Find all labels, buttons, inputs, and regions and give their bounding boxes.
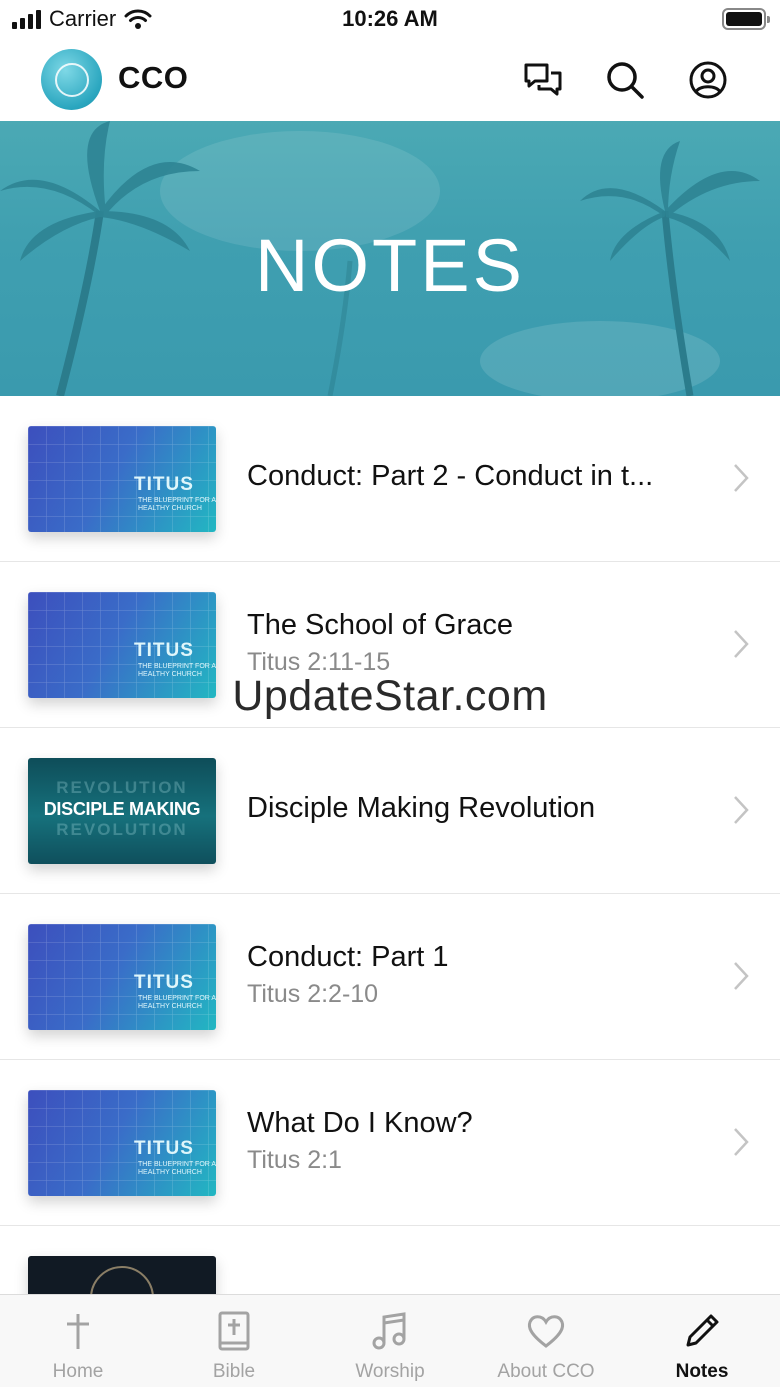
chevron-right-icon [734,796,749,824]
chat-icon[interactable] [521,58,565,102]
search-icon[interactable] [603,58,647,102]
note-item[interactable] [0,1226,780,1294]
note-thumbnail: REVOLUTION DISCIPLE MAKING REVOLUTION [28,758,216,864]
app-logo[interactable] [41,49,102,110]
thumbnail-tagline: THE BLUEPRINT FOR A HEALTHY CHURCH [138,995,216,1010]
notes-banner: NOTES [0,121,780,396]
thumbnail-title: TITUS [134,972,194,993]
note-item[interactable]: TITUS THE BLUEPRINT FOR A HEALTHY CHURCH… [0,396,780,562]
tab-worship[interactable]: Worship [312,1295,468,1387]
note-title: Conduct: Part 1 [247,941,449,973]
banner-title: NOTES [255,224,525,307]
tab-label: Notes [675,1361,729,1382]
note-item[interactable]: REVOLUTION DISCIPLE MAKING REVOLUTION Di… [0,728,780,894]
note-title: The School of Grace [247,609,513,641]
bible-icon [212,1309,256,1353]
tab-label: About CCO [497,1361,595,1382]
app-header: CCO [0,40,780,121]
thumbnail-revolution-text: REVOLUTION [56,778,188,797]
tab-about-cco[interactable]: About CCO [468,1295,624,1387]
tab-notes[interactable]: Notes [624,1295,780,1387]
note-title: What Do I Know? [247,1107,473,1139]
note-thumbnail [28,1256,216,1294]
app-title: CCO [118,60,189,95]
tab-bar: Home Bible Worship About CCO Notes [0,1294,780,1387]
note-item[interactable]: TITUS THE BLUEPRINT FOR A HEALTHY CHURCH… [0,894,780,1060]
cross-icon [56,1309,100,1353]
music-note-icon [368,1309,412,1353]
note-title: Disciple Making Revolution [247,792,596,824]
thumbnail-tagline: THE BLUEPRINT FOR A HEALTHY CHURCH [138,1161,216,1176]
pencil-icon [680,1309,724,1353]
thumbnail-title: TITUS [134,1138,194,1159]
note-title: Conduct: Part 2 - Conduct in t... [247,460,654,492]
status-bar: Carrier 10:26 AM [0,0,780,40]
note-thumbnail: TITUS THE BLUEPRINT FOR A HEALTHY CHURCH [28,924,216,1030]
thumbnail-title: TITUS [134,640,194,661]
chevron-right-icon [734,962,749,990]
tab-home[interactable]: Home [0,1295,156,1387]
tab-label: Home [52,1361,104,1382]
note-item[interactable]: TITUS THE BLUEPRINT FOR A HEALTHY CHURCH… [0,1060,780,1226]
battery-icon [722,8,770,30]
thumbnail-title: TITUS [134,474,194,495]
tab-label: Bible [212,1361,256,1382]
thumbnail-revolution-text: REVOLUTION [56,820,188,839]
note-thumbnail: TITUS THE BLUEPRINT FOR A HEALTHY CHURCH [28,1090,216,1196]
note-reference: Titus 2:2-10 [247,980,379,1008]
heart-icon [524,1309,568,1353]
chevron-right-icon [734,1128,749,1156]
thumbnail-tagline: THE BLUEPRINT FOR A HEALTHY CHURCH [138,497,216,512]
note-thumbnail: TITUS THE BLUEPRINT FOR A HEALTHY CHURCH [28,426,216,532]
tab-label: Worship [355,1361,425,1382]
chevron-right-icon [734,464,749,492]
thumbnail-title: DISCIPLE MAKING [43,799,201,819]
watermark-text: UpdateStar.com [232,672,548,720]
status-time: 10:26 AM [342,6,438,31]
tab-bible[interactable]: Bible [156,1295,312,1387]
note-reference: Titus 2:1 [247,1146,342,1174]
notes-list: TITUS THE BLUEPRINT FOR A HEALTHY CHURCH… [0,396,780,1294]
chevron-right-icon [734,630,749,658]
account-icon[interactable] [686,58,730,102]
